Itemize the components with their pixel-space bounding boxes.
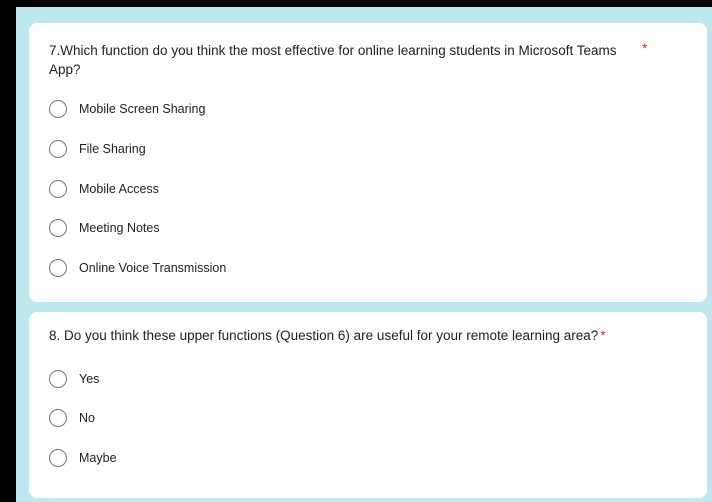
- option-label: Mobile Screen Sharing: [79, 102, 206, 116]
- radio-button[interactable]: [49, 449, 67, 467]
- radio-option-meeting-notes[interactable]: Meeting Notes: [49, 217, 160, 239]
- form-background: 7.Which function do you think the most e…: [16, 7, 712, 502]
- required-asterisk: *: [600, 328, 606, 343]
- radio-button[interactable]: [49, 140, 67, 158]
- option-label: Meeting Notes: [79, 221, 160, 235]
- radio-button[interactable]: [49, 219, 67, 237]
- option-label: No: [79, 411, 95, 425]
- radio-option-online-voice-transmission[interactable]: Online Voice Transmission: [49, 257, 226, 279]
- radio-button[interactable]: [49, 259, 67, 277]
- question-text: 8. Do you think these upper functions (Q…: [49, 328, 599, 343]
- radio-button[interactable]: [49, 100, 67, 118]
- option-label: File Sharing: [79, 142, 146, 156]
- question-title: 8. Do you think these upper functions (Q…: [49, 326, 689, 345]
- radio-button[interactable]: [49, 370, 67, 388]
- option-label: Mobile Access: [79, 182, 159, 196]
- radio-option-maybe[interactable]: Maybe: [49, 447, 117, 469]
- radio-option-mobile-screen-sharing[interactable]: Mobile Screen Sharing: [49, 98, 205, 120]
- option-label: Yes: [79, 372, 100, 386]
- radio-option-file-sharing[interactable]: File Sharing: [49, 138, 146, 160]
- radio-option-mobile-access[interactable]: Mobile Access: [49, 178, 159, 200]
- question-card-7: 7.Which function do you think the most e…: [29, 23, 707, 302]
- radio-button[interactable]: [49, 409, 67, 427]
- question-card-8: 8. Do you think these upper functions (Q…: [29, 312, 707, 498]
- radio-button[interactable]: [49, 180, 67, 198]
- option-label: Online Voice Transmission: [79, 261, 227, 275]
- question-title: 7.Which function do you think the most e…: [49, 43, 617, 77]
- option-label: Maybe: [79, 451, 117, 465]
- radio-option-no[interactable]: No: [49, 407, 95, 429]
- required-asterisk: *: [642, 40, 648, 56]
- radio-option-yes[interactable]: Yes: [49, 368, 99, 390]
